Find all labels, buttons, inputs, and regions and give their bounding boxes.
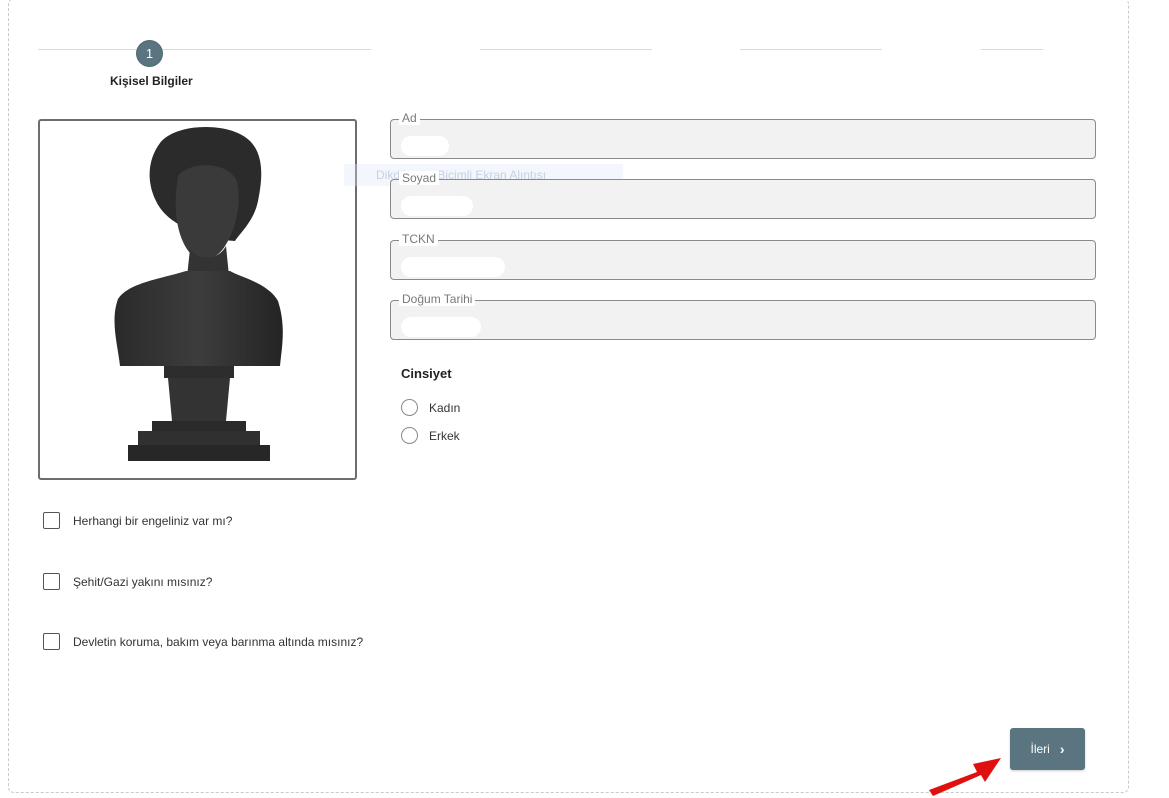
- disability-checkbox[interactable]: [43, 512, 60, 529]
- stepper-line-1: [38, 49, 371, 50]
- radio-male[interactable]: [401, 427, 418, 444]
- gender-title: Cinsiyet: [401, 366, 452, 381]
- disability-checkbox-row[interactable]: Herhangi bir engeliniz var mı?: [43, 512, 232, 529]
- last-name-field[interactable]: Soyad: [390, 171, 1096, 219]
- field-label-ad: Ad: [399, 111, 420, 125]
- field-label-tckn: TCKN: [399, 232, 438, 246]
- step-label: Kişisel Bilgiler: [110, 74, 193, 88]
- radio-label-male: Erkek: [429, 428, 460, 443]
- gender-option-female[interactable]: Kadın: [401, 399, 460, 416]
- profile-photo: [38, 119, 357, 480]
- tckn-field[interactable]: TCKN: [390, 232, 1096, 280]
- disability-label: Herhangi bir engeliniz var mı?: [73, 513, 233, 528]
- martyr-veteran-checkbox[interactable]: [43, 573, 60, 590]
- field-value-soyad: [401, 196, 473, 216]
- field-value-birth-date: [401, 317, 481, 337]
- state-care-label: Devletin koruma, bakım veya barınma altı…: [73, 634, 364, 649]
- first-name-field[interactable]: Ad: [390, 111, 1096, 159]
- field-label-soyad: Soyad: [399, 171, 440, 185]
- field-value-tckn: [401, 257, 505, 277]
- state-care-checkbox-row[interactable]: Devletin koruma, bakım veya barınma altı…: [43, 633, 363, 650]
- field-value-ad: [401, 136, 449, 156]
- martyr-veteran-checkbox-row[interactable]: Şehit/Gazi yakını mısınız?: [43, 573, 212, 590]
- radio-label-female: Kadın: [429, 400, 461, 415]
- bust-image: [114, 126, 283, 461]
- step-indicator-1[interactable]: 1: [137, 41, 162, 66]
- gender-option-male[interactable]: Erkek: [401, 427, 460, 444]
- next-button-label: İleri: [1030, 742, 1050, 756]
- state-care-checkbox[interactable]: [43, 633, 60, 650]
- martyr-veteran-label: Şehit/Gazi yakını mısınız?: [73, 574, 213, 589]
- field-label-birth-date: Doğum Tarihi: [399, 292, 476, 306]
- stepper-line-4: [981, 49, 1043, 50]
- stepper-line-2: [480, 49, 652, 50]
- birth-date-field[interactable]: Doğum Tarihi: [390, 292, 1096, 340]
- next-button[interactable]: İleri ›: [1010, 728, 1085, 770]
- chevron-right-icon: ›: [1059, 741, 1065, 757]
- stepper-line-3: [740, 49, 882, 50]
- red-arrow-icon: [929, 758, 1001, 796]
- radio-female[interactable]: [401, 399, 418, 416]
